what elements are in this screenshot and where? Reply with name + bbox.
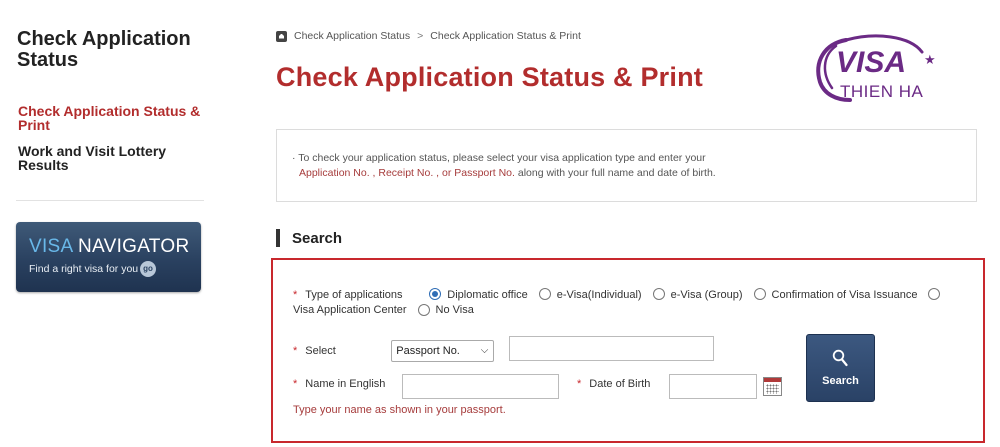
radio-diplomatic-office[interactable]: [429, 288, 442, 300]
radio-evisa-group[interactable]: [652, 288, 665, 300]
visa-navigator-subtitle: Find a right visa for you: [29, 263, 139, 275]
chevron-down-icon: ⌵: [480, 345, 489, 356]
radio-evisa-individual[interactable]: [538, 288, 551, 300]
dob-label: Date of Birth: [589, 378, 651, 390]
logo-subtitle: THIEN HA: [840, 82, 924, 101]
breadcrumb-separator: >: [417, 30, 424, 42]
search-panel: * Type of applications Diplomatic office e-…: [271, 258, 985, 443]
search-heading: Search: [276, 229, 342, 247]
required-mark: *: [577, 378, 582, 390]
name-hint: Type your name as shown in your passport…: [293, 404, 506, 416]
star-icon: ★: [924, 52, 936, 67]
search-icon: [832, 349, 848, 367]
name-label: Name in English: [305, 378, 386, 390]
option-label-confirmation-visa-issuance[interactable]: Confirmation of Visa Issuance: [772, 289, 918, 301]
dob-input[interactable]: [669, 374, 757, 399]
option-label-no-visa[interactable]: No Visa: [436, 303, 474, 317]
visa-thien-ha-logo: VISA ★ THIEN HA: [806, 30, 938, 105]
application-type-row: * Type of applications Diplomatic office e-…: [293, 288, 946, 302]
dob-row: * Date of Birth: [577, 378, 650, 390]
info-box: · To check your application status, plea…: [276, 129, 977, 202]
name-input[interactable]: [402, 374, 559, 399]
breadcrumb-item-current: Check Application Status & Print: [430, 30, 581, 42]
home-icon[interactable]: [276, 30, 287, 42]
sidebar-title: Check Application Status: [17, 28, 191, 71]
radio-visa-application-center[interactable]: [928, 288, 941, 300]
id-number-input[interactable]: [509, 336, 714, 361]
search-button[interactable]: Search: [806, 334, 875, 402]
info-line-1: · To check your application status, plea…: [292, 152, 706, 164]
select-row: * Select Passport No. ⌵: [293, 340, 495, 362]
id-type-select-value: Passport No.: [396, 345, 460, 357]
search-button-label: Search: [822, 375, 859, 387]
radio-no-visa[interactable]: [417, 304, 430, 316]
sidebar-item-check-status[interactable]: Check Application Status & Print: [18, 104, 208, 132]
calendar-icon[interactable]: [763, 377, 782, 396]
option-label-visa-application-center[interactable]: Visa Application Center: [293, 303, 407, 317]
id-type-select[interactable]: Passport No. ⌵: [391, 340, 495, 362]
calendar-grid: [766, 384, 779, 394]
visa-navigator-title-visa: VISA: [29, 236, 73, 257]
breadcrumb-item-check-status[interactable]: Check Application Status: [294, 30, 410, 42]
application-type-label: Type of applications: [305, 289, 403, 301]
logo-visa-text: VISA: [836, 46, 907, 79]
select-label: Select: [305, 345, 336, 357]
sidebar-divider: [16, 200, 204, 201]
option-label-diplomatic-office[interactable]: Diplomatic office: [447, 289, 528, 301]
search-heading-text: Search: [292, 229, 343, 247]
info-line-2-rest: along with your full name and date of bi…: [514, 167, 716, 179]
radio-confirmation-visa-issuance[interactable]: [753, 288, 766, 300]
page-title: Check Application Status & Print: [276, 62, 703, 92]
breadcrumb: Check Application Status > Check Applica…: [276, 29, 581, 43]
sidebar-item-lottery-results[interactable]: Work and Visit Lottery Results: [18, 144, 208, 172]
visa-navigator-banner[interactable]: VISA NAVIGATOR Find a right visa for you…: [16, 222, 201, 292]
visa-navigator-title-navigator: NAVIGATOR: [72, 236, 190, 257]
info-highlight: Application No. , Receipt No. , or Passp…: [299, 167, 515, 179]
name-row: * Name in English: [293, 378, 385, 390]
required-mark: *: [293, 378, 298, 390]
application-type-row-2: Visa Application Center No Visa: [293, 303, 474, 317]
option-label-evisa-group[interactable]: e-Visa (Group): [671, 289, 743, 301]
sidebar: Check Application Status Check Applicati…: [0, 0, 215, 447]
visa-navigator-title: VISA NAVIGATOR: [29, 236, 189, 258]
option-label-evisa-individual[interactable]: e-Visa(Individual): [557, 289, 642, 301]
required-mark: *: [293, 345, 298, 357]
go-button[interactable]: go: [140, 261, 156, 277]
info-line-2: Application No. , Receipt No. , or Passp…: [299, 167, 716, 179]
heading-bar: [276, 229, 280, 247]
required-mark: *: [293, 289, 298, 301]
